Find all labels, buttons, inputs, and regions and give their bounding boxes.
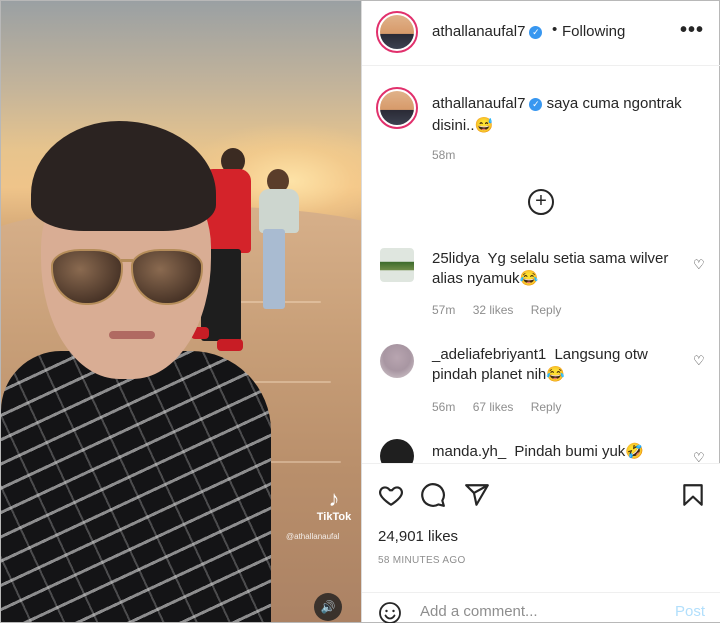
caption-avatar[interactable]: [376, 87, 418, 129]
caption-time[interactable]: 58m: [432, 148, 455, 162]
caption: athallanaufal7 ✓ saya cuma ngontrak disin…: [432, 93, 702, 137]
heart-icon[interactable]: ♡: [693, 257, 705, 273]
comment-time[interactable]: 56m: [432, 400, 455, 414]
share-icon[interactable]: [464, 482, 490, 508]
tiktok-username: @athallanaufal: [286, 532, 340, 541]
caption-username[interactable]: athallanaufal7: [432, 95, 525, 112]
sound-toggle-button[interactable]: 🔊: [314, 593, 342, 621]
reply-button[interactable]: Reply: [531, 400, 562, 414]
add-comment-bar: Post: [362, 592, 720, 623]
more-icon[interactable]: •••: [680, 19, 704, 42]
comment-time[interactable]: 57m: [432, 303, 455, 317]
heart-icon[interactable]: ♡: [693, 353, 705, 369]
comment-username[interactable]: _adeliafebriyant1: [432, 346, 546, 363]
comment-likes[interactable]: 67 likes: [473, 400, 514, 414]
comment-username[interactable]: manda.yh_: [432, 443, 506, 460]
comment-likes[interactable]: 32 likes: [473, 303, 514, 317]
following-button[interactable]: Following: [562, 23, 625, 40]
tiktok-watermark: ♪ TikTok: [313, 486, 355, 524]
author-username: athallanaufal7: [432, 23, 526, 40]
comment-meta: 56m 67 likes Reply: [432, 400, 575, 414]
author-avatar[interactable]: [376, 11, 418, 53]
dune-ripple: [251, 381, 331, 383]
comment-input[interactable]: [420, 599, 650, 623]
emoji-icon[interactable]: [378, 601, 402, 623]
post-panel: athallanaufal7 ✓ • Following ••• athallan…: [361, 1, 720, 623]
comment-meta: 57m 32 likes Reply: [432, 303, 575, 317]
post-header: athallanaufal7 ✓ • Following •••: [362, 1, 720, 66]
comment-icon[interactable]: [420, 482, 446, 508]
posted-time[interactable]: 58 MINUTES AGO: [378, 555, 466, 566]
add-icon[interactable]: +: [528, 189, 554, 215]
like-icon[interactable]: [378, 482, 404, 508]
comment-avatar[interactable]: [380, 248, 414, 282]
post-video[interactable]: ♪ TikTok @athallanaufal 🔊: [1, 1, 361, 622]
comment-item: 25lidya Yg selalu setia sama wilver alia…: [432, 249, 682, 289]
tiktok-label: TikTok: [316, 511, 352, 523]
reply-button[interactable]: Reply: [531, 303, 562, 317]
comment-text: Pindah bumi yuk🤣: [514, 443, 644, 460]
comment-item: manda.yh_ Pindah bumi yuk🤣: [432, 442, 682, 462]
post-button[interactable]: Post: [675, 603, 705, 620]
tiktok-icon: ♪: [328, 486, 340, 511]
comment-username[interactable]: 25lidya: [432, 250, 480, 267]
sound-icon: 🔊: [320, 600, 336, 614]
comment-item: _adeliafebriyant1 Langsung otw pindah pl…: [432, 345, 682, 385]
save-icon[interactable]: [680, 482, 706, 508]
verified-icon: ✓: [529, 25, 543, 39]
comment-avatar[interactable]: [380, 344, 414, 378]
author-username-link[interactable]: athallanaufal7 ✓: [432, 23, 543, 40]
verified-icon: ✓: [529, 97, 543, 111]
header-separator: •: [552, 21, 558, 38]
post-actions: 24,901 likes 58 MINUTES AGO Post: [362, 463, 720, 623]
likes-count[interactable]: 24,901 likes: [378, 528, 458, 545]
